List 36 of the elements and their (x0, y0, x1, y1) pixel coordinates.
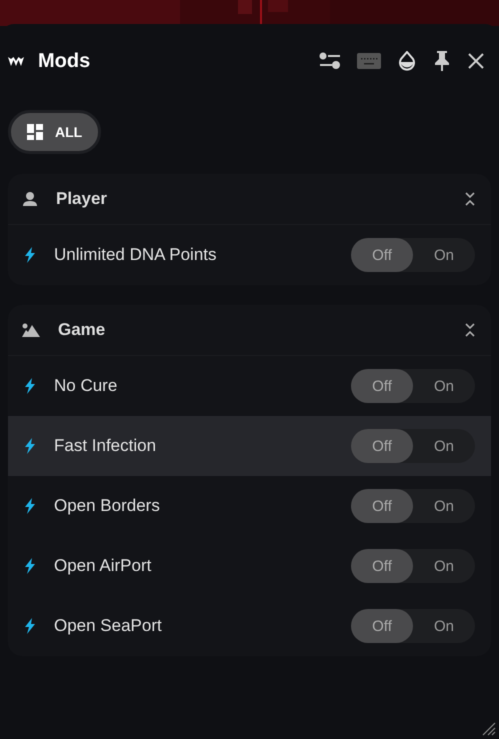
logo-icon (8, 55, 24, 67)
mod-name: Open SeaPort (54, 616, 162, 636)
toggle-option[interactable]: Off (351, 609, 413, 643)
resize-grip-icon[interactable] (482, 722, 496, 736)
section-title: Game (58, 320, 106, 340)
mod-name: Unlimited DNA Points (54, 245, 217, 265)
lightning-icon (24, 558, 36, 574)
toggle-option[interactable]: On (413, 429, 475, 463)
toggle-option[interactable]: Off (351, 489, 413, 523)
toggle-option[interactable]: Off (351, 429, 413, 463)
collapse-button[interactable] (465, 323, 475, 337)
toggle-option[interactable]: On (413, 609, 475, 643)
toggle-option[interactable]: Off (351, 549, 413, 583)
collapse-button[interactable] (465, 192, 475, 206)
keyboard-button[interactable] (355, 50, 383, 72)
mountains-icon (22, 323, 40, 337)
toggle-option[interactable]: On (413, 549, 475, 583)
toggle-option[interactable]: On (413, 238, 475, 272)
lightning-icon (24, 498, 36, 514)
lightning-icon (24, 438, 36, 454)
toggle-option[interactable]: Off (351, 369, 413, 403)
mod-name: No Cure (54, 376, 118, 396)
mod-name: Fast Infection (54, 436, 156, 456)
mod-name: Open AirPort (54, 556, 152, 576)
grid-icon (27, 124, 43, 140)
filter-chip[interactable]: ALL (8, 110, 102, 154)
toggle-option[interactable]: On (413, 489, 475, 523)
lightning-icon (24, 247, 36, 263)
lightning-icon (24, 378, 36, 394)
window-title: Mods (38, 50, 90, 72)
toggle-option[interactable]: Off (351, 238, 413, 272)
section-title: Player (56, 189, 108, 209)
lightning-icon (24, 618, 36, 634)
toggle-option[interactable]: On (413, 369, 475, 403)
person-icon (22, 192, 38, 206)
mod-name: Open Borders (54, 496, 160, 516)
